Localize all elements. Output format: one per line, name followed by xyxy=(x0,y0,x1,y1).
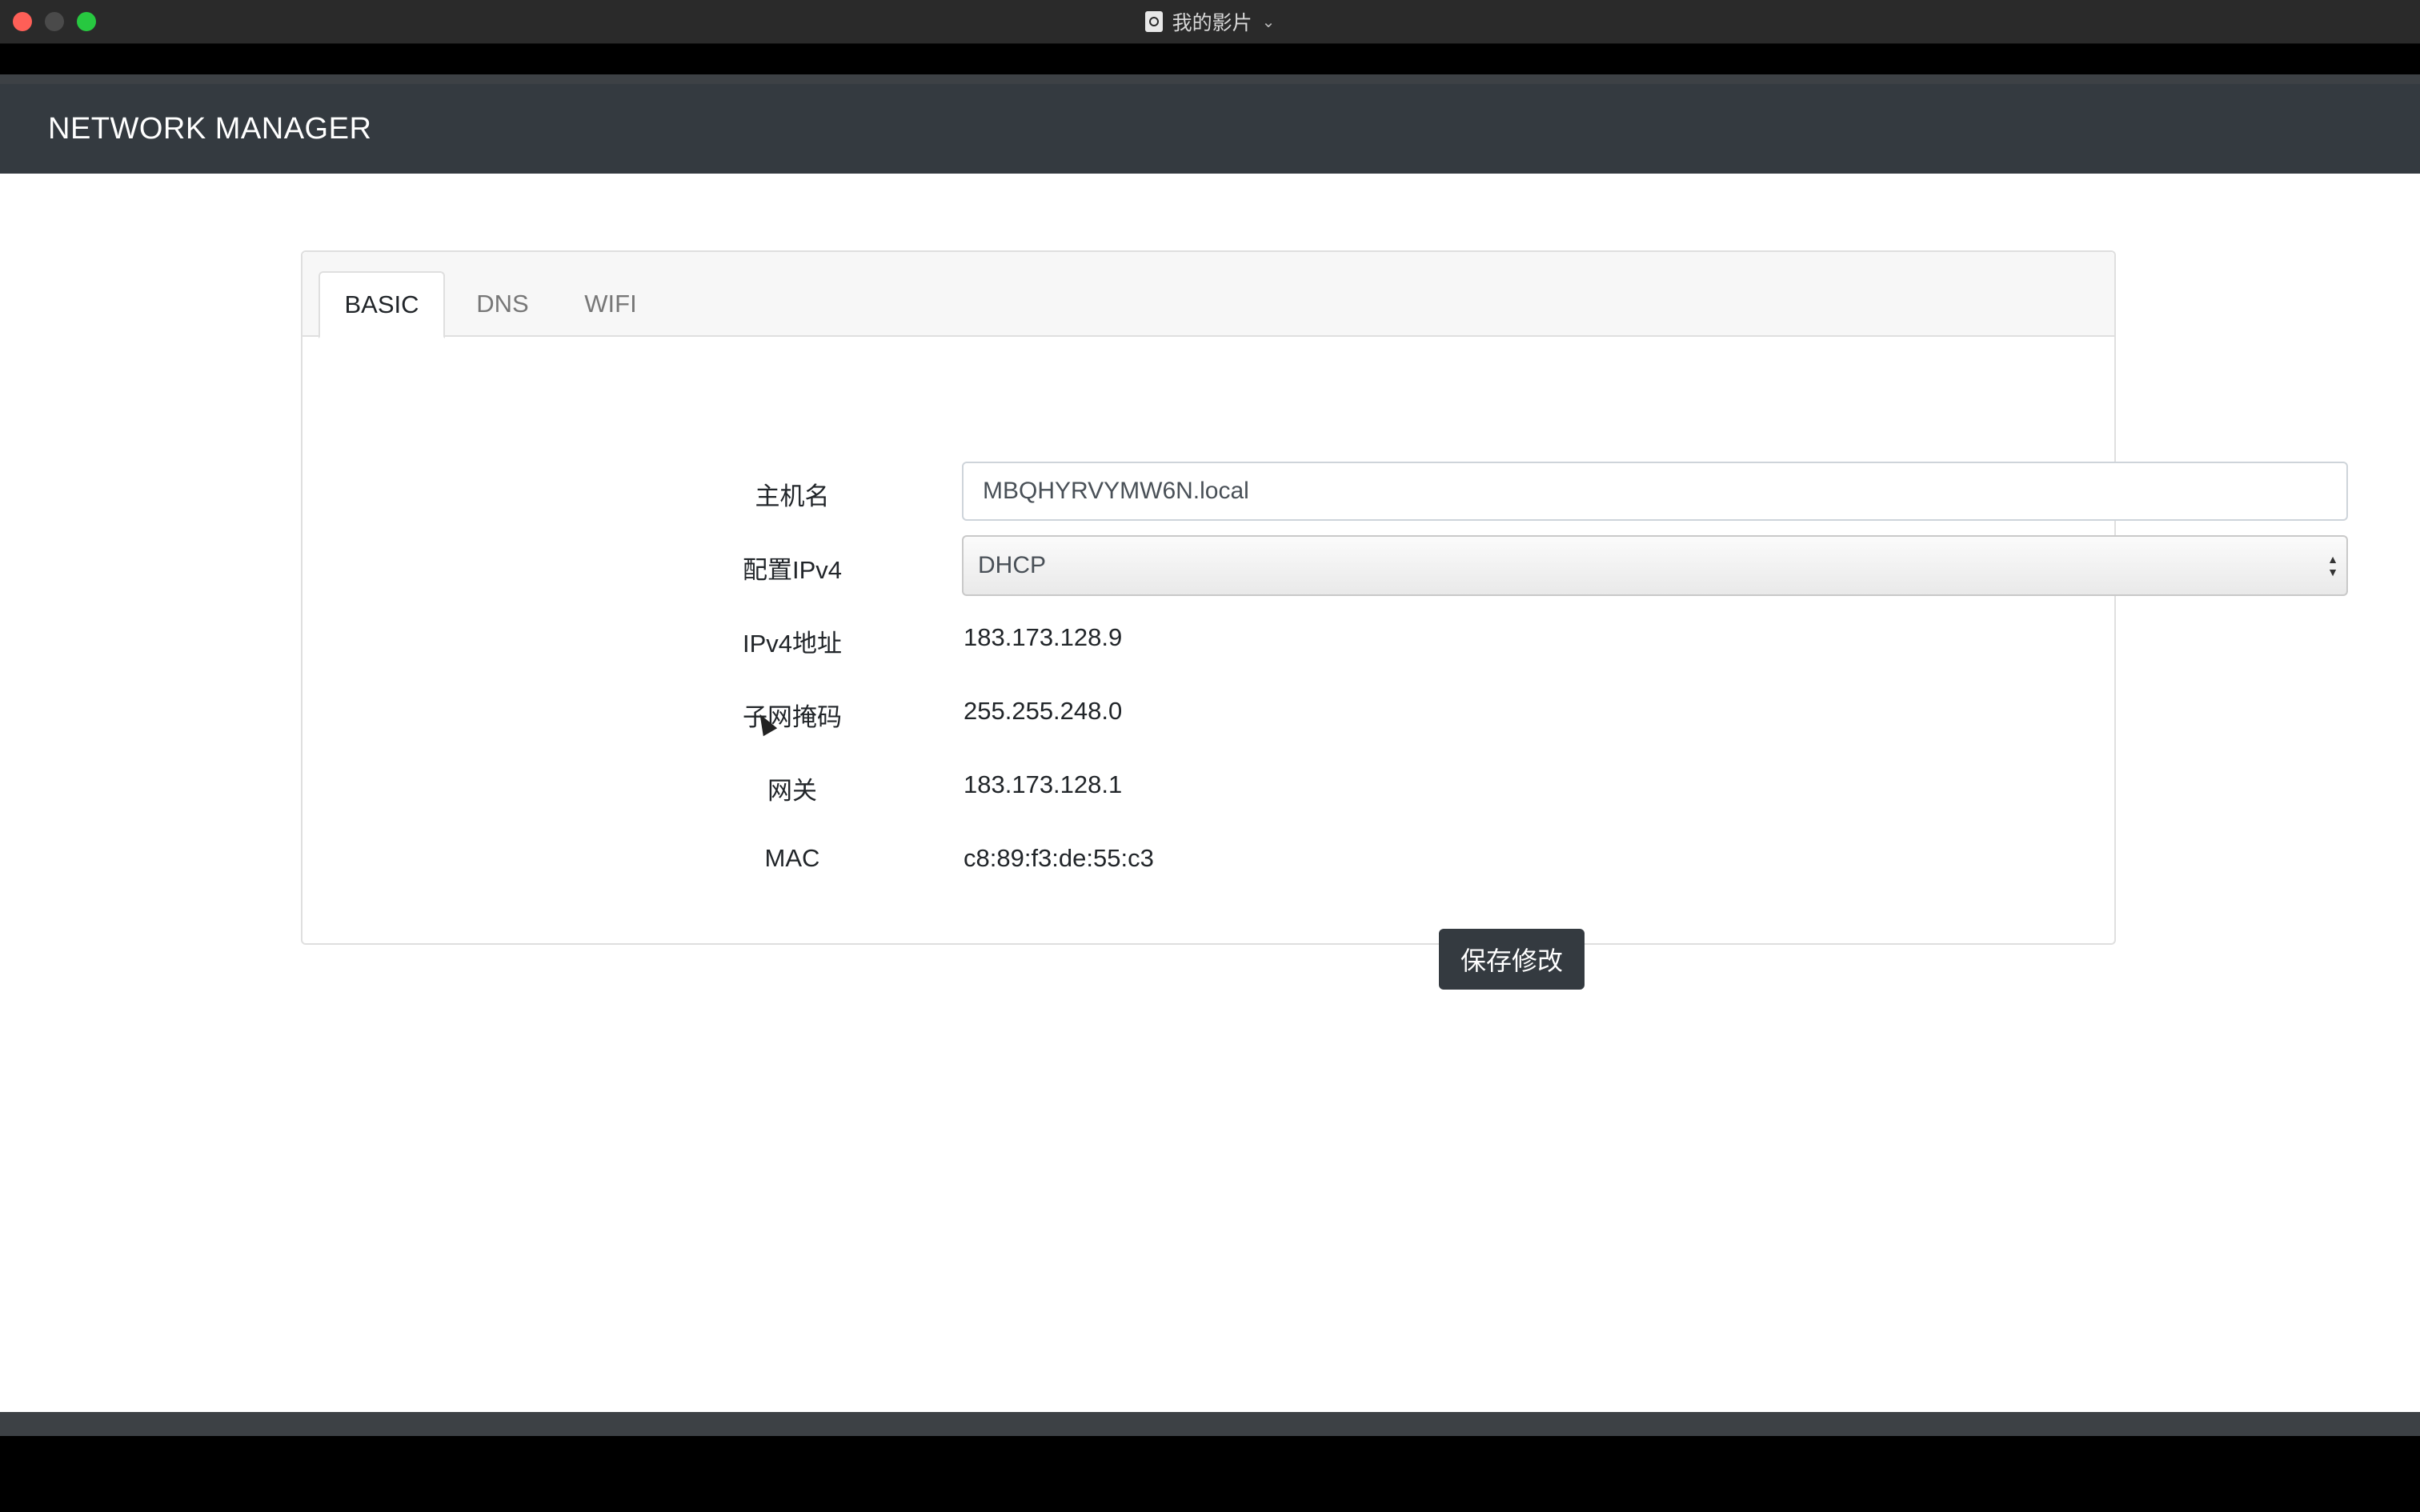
card-header-tabs: BASIC DNS WIFI xyxy=(302,252,2114,338)
top-grey-strip xyxy=(0,74,2420,84)
save-changes-button[interactable]: 保存修改 xyxy=(1439,929,1585,990)
select-arrows-icon: ▲ ▼ xyxy=(2327,553,2338,578)
hostname-label: 主机名 xyxy=(755,482,830,510)
document-icon xyxy=(1144,11,1163,32)
window-titlebar: 我的影片 ⌄ xyxy=(0,0,2420,44)
bottom-grey-strip xyxy=(0,1412,2420,1436)
app-navbar: NETWORK MANAGER xyxy=(0,84,2420,174)
bottom-black-band xyxy=(0,1436,2420,1512)
tab-dns[interactable]: DNS xyxy=(455,271,551,337)
hostname-input[interactable] xyxy=(962,462,2348,521)
navbar-brand[interactable]: NETWORK MANAGER xyxy=(48,84,371,174)
subnet-mask-label: 子网掩码 xyxy=(743,703,842,731)
mac-label: MAC xyxy=(764,844,820,872)
mac-value: c8:89:f3:de:55:c3 xyxy=(964,844,1154,872)
ipv4-config-selected: DHCP xyxy=(978,552,1047,578)
window-title: 我的影片 xyxy=(1172,12,1252,34)
ipv4-config-label: 配置IPv4 xyxy=(742,556,843,584)
ipv4-address-label: IPv4地址 xyxy=(742,630,843,658)
ipv4-address-value: 183.173.128.9 xyxy=(964,623,1123,651)
settings-card: BASIC DNS WIFI 主机名 配置IPv4 DHCP ▲▼ IPv4地址… xyxy=(301,250,2348,990)
chevron-down-icon: ⌄ xyxy=(1261,13,1276,31)
tab-basic[interactable]: BASIC xyxy=(319,271,445,338)
subnet-mask-value: 255.255.248.0 xyxy=(964,697,1123,725)
gateway-label: 网关 xyxy=(767,777,817,805)
ipv4-config-select[interactable]: DHCP ▲ ▼ xyxy=(962,535,2348,596)
tab-wifi[interactable]: WIFI xyxy=(559,271,663,337)
top-black-band xyxy=(0,44,2420,74)
gateway-value: 183.173.128.1 xyxy=(964,770,1123,798)
main-content: BASIC DNS WIFI 主机名 配置IPv4 DHCP ▲▼ IPv4地址… xyxy=(0,174,2420,1412)
window-title-group[interactable]: 我的影片 ⌄ xyxy=(0,0,2420,43)
